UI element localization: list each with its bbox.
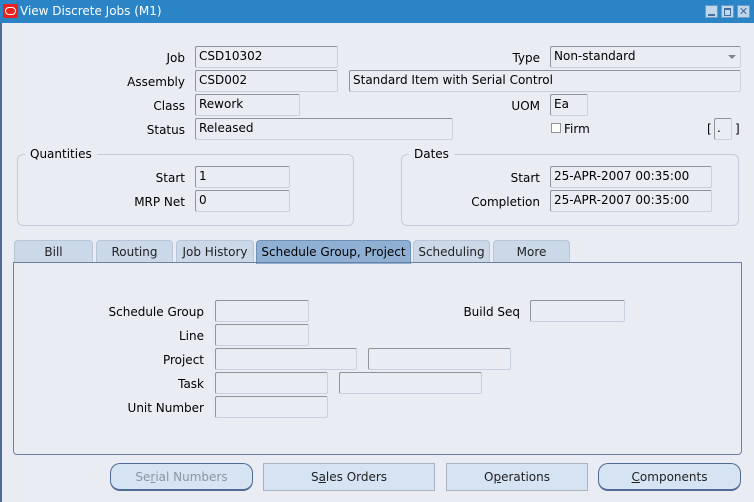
tab-job-history[interactable]: Job History	[176, 240, 254, 263]
button-label-part: omponents	[639, 470, 708, 484]
close-button[interactable]: ✕	[737, 5, 750, 18]
start-date-label: Start	[510, 171, 540, 185]
line-label: Line	[178, 329, 204, 343]
task-description-field[interactable]	[339, 372, 482, 394]
oracle-logo-icon	[3, 4, 18, 18]
window-title: View Discrete Jobs (M1)	[20, 4, 162, 18]
tab-schedule-group-project[interactable]: Schedule Group, Project	[256, 240, 411, 264]
dff-bracket-open: [	[707, 122, 712, 136]
type-value: Non-standard	[554, 49, 636, 63]
project-label: Project	[162, 353, 204, 367]
quantities-group	[17, 154, 354, 226]
status-field[interactable]: Released	[195, 118, 453, 140]
schedule-group-label: Schedule Group	[108, 305, 205, 319]
tab-routing[interactable]: Routing	[96, 240, 173, 263]
sales-orders-button[interactable]: Sales Orders	[263, 463, 435, 491]
unit-number-field[interactable]	[215, 396, 328, 418]
project-field[interactable]	[215, 348, 357, 370]
line-field[interactable]	[215, 324, 309, 346]
mrp-net-field[interactable]: 0	[195, 190, 290, 212]
type-label: Type	[512, 51, 540, 65]
job-label: Job	[166, 51, 186, 65]
button-label-part: erations	[501, 470, 550, 484]
dff-bracket-close: ]	[735, 122, 740, 136]
tab-more[interactable]: More	[493, 240, 570, 263]
button-label-part: les Orders	[325, 470, 388, 484]
mnemonic: a	[318, 470, 326, 484]
window-frame	[0, 23, 2, 502]
mnemonic: p	[493, 470, 502, 484]
button-label-part: Se	[135, 470, 151, 484]
serial-numbers-button[interactable]: Serial Numbers	[110, 463, 253, 491]
button-label-part: ial Numbers	[155, 470, 228, 484]
minimize-button[interactable]	[705, 5, 718, 18]
class-field[interactable]: Rework	[195, 94, 300, 116]
dates-title: Dates	[409, 147, 454, 161]
chevron-down-icon[interactable]	[728, 55, 736, 59]
firm-checkbox[interactable]	[551, 123, 561, 133]
start-date-field[interactable]: 25-APR-2007 00:35:00	[550, 166, 712, 188]
start-quantity-label: Start	[155, 171, 185, 185]
assembly-description-field[interactable]: Standard Item with Serial Control	[349, 70, 741, 92]
start-quantity-field[interactable]: 1	[195, 166, 290, 188]
task-label: Task	[178, 377, 204, 391]
mnemonic: C	[631, 470, 640, 484]
operations-button[interactable]: Operations	[446, 463, 588, 491]
quantities-title: Quantities	[25, 147, 97, 161]
components-button[interactable]: Components	[598, 463, 741, 491]
job-field[interactable]: CSD10302	[195, 46, 338, 68]
completion-date-field[interactable]: 25-APR-2007 00:35:00	[550, 190, 712, 212]
project-description-field[interactable]	[368, 348, 511, 370]
build-seq-field[interactable]	[530, 300, 625, 322]
uom-field[interactable]: Ea	[550, 94, 588, 116]
maximize-button[interactable]	[721, 5, 734, 18]
unit-number-label: Unit Number	[127, 401, 204, 415]
button-label-part: S	[310, 470, 319, 484]
type-select[interactable]: Non-standard	[550, 46, 741, 68]
task-field[interactable]	[215, 372, 328, 394]
completion-date-label: Completion	[471, 195, 540, 209]
class-label: Class	[153, 99, 185, 113]
descriptive-flexfield[interactable]: .	[714, 118, 732, 140]
mrp-net-label: MRP Net	[134, 195, 185, 209]
firm-label: Firm	[564, 122, 590, 136]
build-seq-label: Build Seq	[463, 305, 520, 319]
schedule-group-field[interactable]	[215, 300, 309, 322]
assembly-label: Assembly	[127, 75, 185, 89]
tab-scheduling[interactable]: Scheduling	[413, 240, 490, 263]
assembly-field[interactable]: CSD002	[195, 70, 338, 92]
uom-label: UOM	[511, 99, 540, 113]
status-label: Status	[146, 123, 185, 137]
tab-bill[interactable]: Bill	[14, 240, 93, 263]
title-bar: View Discrete Jobs (M1) ✕	[0, 0, 754, 23]
